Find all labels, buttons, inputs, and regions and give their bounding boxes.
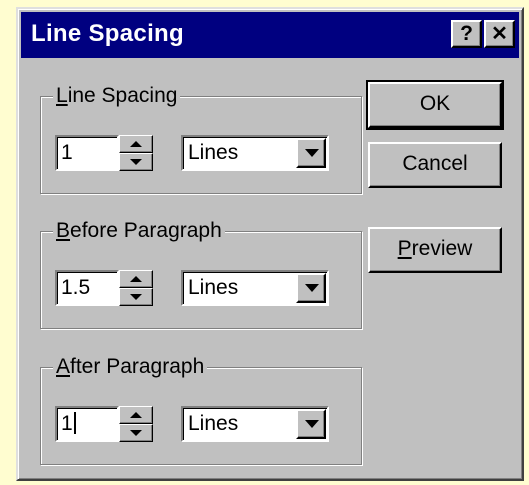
before-paragraph-increment-button[interactable] — [119, 270, 153, 288]
help-button[interactable]: ? — [451, 20, 482, 48]
line-spacing-group: Line Spacing 1 Lines — [40, 83, 362, 194]
before-paragraph-unit-select[interactable]: Lines — [181, 270, 329, 306]
before-paragraph-group: Before Paragraph 1.5 Lines — [40, 218, 362, 329]
after-paragraph-group-label: After Paragraph — [53, 354, 208, 380]
after-paragraph-unit-select[interactable]: Lines — [181, 406, 329, 442]
text-cursor — [73, 411, 76, 434]
after-paragraph-group: After Paragraph 1 Lines — [40, 354, 362, 465]
up-arrow-icon — [130, 276, 142, 282]
preview-button[interactable]: Preview — [368, 227, 502, 273]
after-paragraph-unit-value: Lines — [188, 412, 239, 435]
before-paragraph-group-label: Before Paragraph — [53, 218, 225, 244]
line-spacing-unit-dropdown-button[interactable] — [296, 138, 326, 168]
down-arrow-icon — [130, 430, 142, 436]
preview-label: review — [411, 237, 473, 260]
line-spacing-unit-value: Lines — [188, 141, 239, 164]
line-spacing-value-input[interactable]: 1 — [55, 135, 119, 171]
before-paragraph-unit-value: Lines — [188, 276, 239, 299]
down-arrow-icon — [130, 159, 142, 165]
down-arrow-icon — [130, 294, 142, 300]
after-paragraph-spinner — [119, 406, 153, 442]
before-paragraph-decrement-button[interactable] — [119, 288, 153, 306]
chevron-down-icon — [305, 284, 319, 292]
up-arrow-icon — [130, 412, 142, 418]
line-spacing-dialog: Line Spacing ? ✕ Line Spacing 1 Lines Be… — [16, 7, 524, 481]
chevron-down-icon — [305, 149, 319, 157]
after-paragraph-value-text: 1 — [61, 412, 73, 435]
chevron-down-icon — [305, 420, 319, 428]
ok-button[interactable]: OK — [366, 80, 504, 130]
after-paragraph-decrement-button[interactable] — [119, 424, 153, 442]
dialog-title: Line Spacing — [31, 20, 184, 47]
close-button[interactable]: ✕ — [484, 20, 515, 48]
title-bar[interactable]: Line Spacing ? ✕ — [21, 12, 519, 58]
line-spacing-unit-select[interactable]: Lines — [181, 135, 329, 171]
up-arrow-icon — [130, 141, 142, 147]
after-paragraph-unit-dropdown-button[interactable] — [296, 409, 326, 439]
cancel-button[interactable]: Cancel — [368, 142, 502, 188]
before-paragraph-unit-dropdown-button[interactable] — [296, 273, 326, 303]
preview-accel: P — [397, 237, 412, 260]
before-paragraph-value-input[interactable]: 1.5 — [55, 270, 119, 306]
before-paragraph-spinner — [119, 270, 153, 306]
line-spacing-group-label: Line Spacing — [53, 83, 181, 109]
line-spacing-increment-button[interactable] — [119, 135, 153, 153]
after-paragraph-increment-button[interactable] — [119, 406, 153, 424]
after-paragraph-value-input[interactable]: 1 — [55, 406, 119, 442]
line-spacing-spinner — [119, 135, 153, 171]
line-spacing-decrement-button[interactable] — [119, 153, 153, 171]
